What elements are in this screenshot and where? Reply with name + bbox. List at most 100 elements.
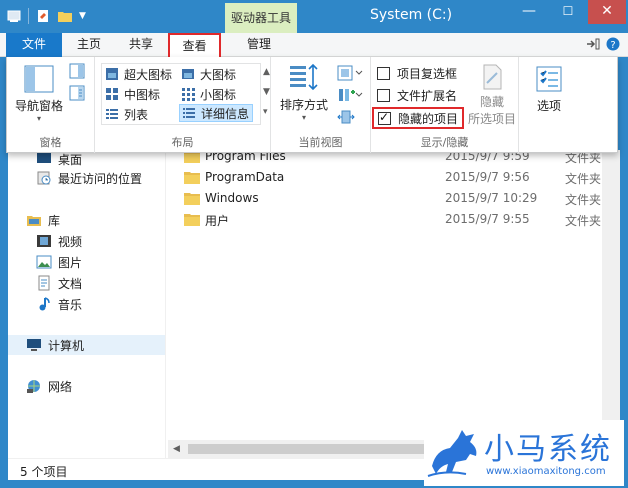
nav-item-network[interactable]: 网络: [26, 377, 72, 395]
hidden-items-toggle[interactable]: 隐藏的项目: [372, 107, 465, 129]
medium-icons-label: 中图标: [124, 87, 161, 102]
options-button[interactable]: 选项: [527, 65, 571, 114]
hidden-items-checkbox[interactable]: [378, 110, 391, 125]
group-layout: 超大图标 大图标 中图标 小图标 列表 详细信息 ▲ ▼ ▾ 布局: [95, 57, 271, 153]
extra-large-icons-icon: [106, 68, 118, 80]
file-extensions-toggle[interactable]: 文件扩展名: [377, 86, 457, 104]
qa-dropdown-icon[interactable]: ▼: [79, 11, 86, 21]
horizontal-scroll-thumb[interactable]: [188, 444, 463, 454]
group-layout-label: 布局: [171, 136, 194, 149]
folder-icon: [184, 214, 200, 226]
nav-recent-label: 最近访问的位置: [58, 171, 143, 186]
item-checkboxes-toggle[interactable]: 项目复选框: [377, 64, 457, 82]
group-show-hide-label: 显示/隐藏: [420, 136, 469, 149]
layout-list[interactable]: 列表: [105, 105, 148, 123]
tab-view[interactable]: 查看: [168, 33, 221, 58]
sort-by-button[interactable]: 排序方式 ▾: [277, 63, 331, 122]
new-folder-icon[interactable]: [57, 8, 73, 24]
nav-item-computer[interactable]: 计算机: [8, 335, 165, 355]
drive-tools-context-tab: 驱动器工具: [225, 3, 297, 33]
nav-item-pictures[interactable]: 图片: [36, 253, 82, 271]
layout-large-icons[interactable]: 大图标: [181, 65, 236, 83]
file-date: 2015/9/7 9:56: [445, 170, 530, 184]
nav-item-recent-places[interactable]: 最近访问的位置: [36, 169, 142, 187]
layout-medium-icons[interactable]: 中图标: [105, 85, 160, 103]
hide-selected-items-button[interactable]: 隐藏 所选项目: [467, 63, 517, 127]
navigation-pane-label: 导航窗格: [14, 99, 63, 113]
item-checkboxes-checkbox[interactable]: [377, 66, 390, 80]
small-icons-label: 小图标: [200, 87, 237, 102]
details-icon: [183, 108, 195, 118]
close-button[interactable]: ✕: [588, 0, 626, 24]
watermark: 小马系统 www.xiaomaxitong.com: [424, 420, 624, 486]
file-type: 文件夹: [565, 193, 602, 207]
vertical-scrollbar[interactable]: [602, 150, 620, 440]
system-menu-icon[interactable]: [6, 8, 22, 24]
desktop-icon: [37, 153, 51, 163]
navigation-pane-button[interactable]: 导航窗格 ▾: [11, 63, 67, 123]
layout-scroll-down-icon[interactable]: ▼: [263, 87, 270, 97]
nav-item-videos[interactable]: 视频: [36, 232, 82, 250]
svg-text:?: ?: [610, 40, 615, 51]
layout-small-icons[interactable]: 小图标: [181, 85, 236, 103]
preview-pane-icon[interactable]: [69, 63, 85, 79]
file-extensions-checkbox[interactable]: [377, 88, 390, 102]
large-icons-icon: [182, 69, 194, 79]
layout-extra-large-icons[interactable]: 超大图标: [105, 65, 172, 83]
recent-places-icon: [37, 171, 51, 185]
options-label: 选项: [536, 99, 561, 113]
group-panes-label: 窗格: [39, 136, 62, 149]
help-icon[interactable]: ?: [606, 37, 620, 51]
tab-manage[interactable]: 管理: [236, 33, 282, 57]
tab-share[interactable]: 共享: [118, 33, 164, 57]
nav-network-label: 网络: [48, 379, 73, 394]
minimize-button[interactable]: —: [510, 0, 548, 24]
quick-access-toolbar: ▼: [6, 6, 86, 26]
videos-icon: [37, 235, 51, 247]
explorer-window: ▼ 驱动器工具 System (C:) — ☐ ✕ 文件 主页 共享 查看 管理…: [0, 0, 628, 488]
layout-details[interactable]: 详细信息: [179, 104, 254, 122]
item-checkboxes-label: 项目复选框: [397, 66, 458, 81]
nav-desktop-label: 桌面: [58, 152, 83, 167]
tab-file[interactable]: 文件: [6, 33, 62, 57]
file-row[interactable]: 用户 2015/9/7 9:55 文件夹: [168, 210, 620, 230]
properties-icon[interactable]: [35, 8, 51, 24]
navigation-pane-icon: [24, 65, 54, 93]
add-columns-icon[interactable]: [337, 87, 363, 103]
scroll-left-icon[interactable]: ◀: [173, 444, 180, 454]
nav-videos-label: 视频: [58, 234, 83, 249]
layout-scroll-up-icon[interactable]: ▲: [263, 67, 270, 77]
ribbon-view-panel: 导航窗格 ▾ 窗格 超大图标 大图标 中图标 小图标 列表 详细信息 ▲ ▼ ▾…: [6, 57, 618, 153]
group-by-icon[interactable]: [337, 65, 363, 81]
hide-selected-label-line2: 所选项目: [467, 112, 516, 126]
tab-home[interactable]: 主页: [66, 33, 112, 57]
file-date: 2015/9/7 9:55: [445, 212, 530, 226]
maximize-button[interactable]: ☐: [549, 0, 587, 24]
file-row[interactable]: ProgramData 2015/9/7 9:56 文件夹: [168, 168, 620, 188]
network-icon: [27, 380, 40, 393]
size-columns-to-fit-icon[interactable]: [337, 109, 355, 125]
file-list: Program Files 2015/9/7 9:59 文件夹 ProgramD…: [168, 149, 620, 440]
file-date: 2015/9/7 10:29: [445, 191, 538, 205]
hide-selected-label-line1: 隐藏: [479, 95, 504, 109]
sort-by-label: 排序方式: [279, 98, 328, 112]
minimize-ribbon-icon[interactable]: [586, 38, 600, 50]
file-name: 用户: [205, 214, 230, 228]
horse-logo-icon: [427, 430, 477, 477]
music-icon: [39, 297, 50, 311]
file-name: Windows: [205, 191, 259, 205]
nav-item-documents[interactable]: 文档: [36, 274, 82, 292]
file-type: 文件夹: [565, 214, 602, 228]
hidden-items-label: 隐藏的项目: [398, 111, 459, 126]
file-type: 文件夹: [565, 172, 602, 186]
nav-documents-label: 文档: [58, 276, 83, 291]
layout-more-icon[interactable]: ▾: [263, 107, 268, 117]
group-current-view-label: 当前视图: [298, 136, 343, 149]
libraries-icon: [27, 216, 41, 226]
extra-large-icons-label: 超大图标: [124, 67, 173, 82]
file-row[interactable]: Windows 2015/9/7 10:29 文件夹: [168, 189, 620, 209]
nav-item-music[interactable]: 音乐: [36, 295, 82, 313]
nav-item-libraries[interactable]: 库: [26, 211, 60, 229]
nav-music-label: 音乐: [58, 297, 83, 312]
details-pane-icon[interactable]: [69, 85, 85, 101]
